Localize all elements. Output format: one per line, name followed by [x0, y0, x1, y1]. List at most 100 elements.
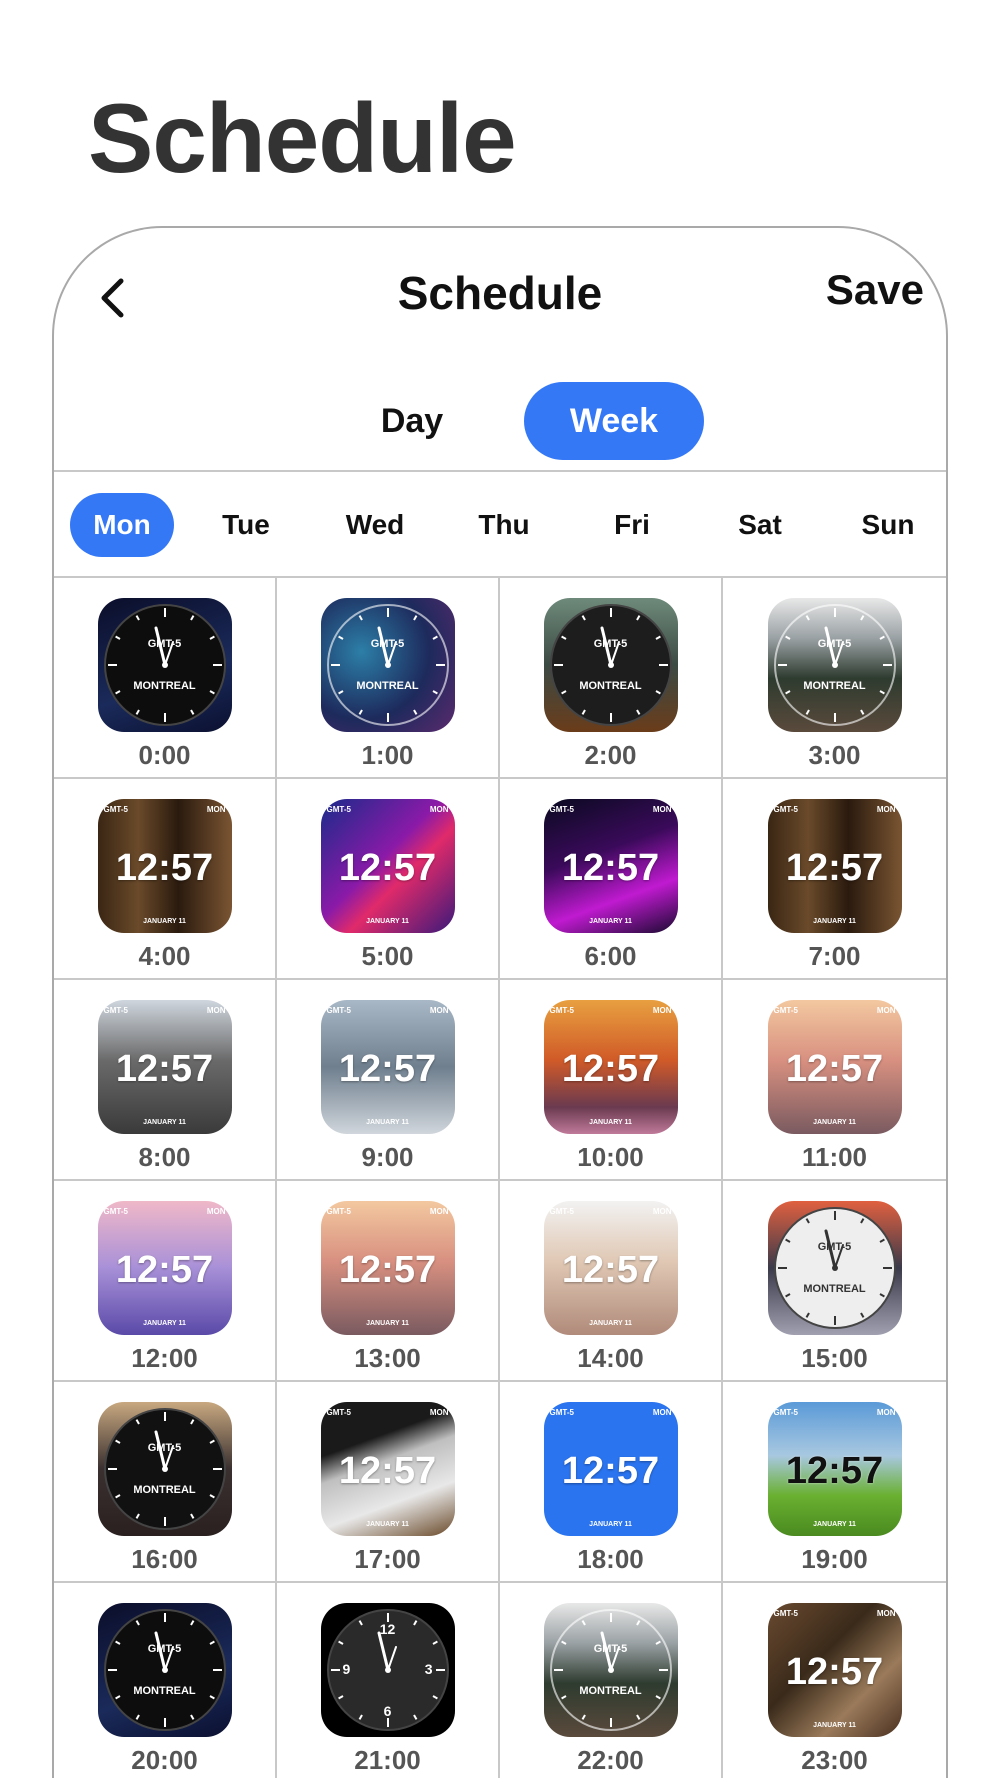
- schedule-slot[interactable]: GMT-5 MON 12:57 JANUARY 11 6:00: [500, 779, 723, 980]
- page-title: Schedule: [88, 83, 517, 193]
- clock-dial: [549, 1609, 672, 1731]
- face-top-row: GMT-5 MON: [104, 805, 226, 814]
- digital-watch-face-thumbnail[interactable]: GMT-5 MON 12:57 JANUARY 11: [320, 799, 455, 933]
- face-top-row: GMT-5 MON: [550, 1207, 672, 1216]
- schedule-slot[interactable]: GMT-5 MONTREAL 1:00: [277, 578, 500, 779]
- face-top-row: GMT-5 MON: [327, 805, 449, 814]
- digital-watch-face-thumbnail[interactable]: GMT-5 MON 12:57 JANUARY 11: [97, 1201, 232, 1335]
- face-time: 12:57: [561, 1249, 660, 1291]
- day-tab-wed[interactable]: Wed: [323, 493, 427, 557]
- slot-time-label: 15:00: [801, 1343, 868, 1373]
- day-tab-thu[interactable]: Thu: [452, 493, 556, 557]
- face-city: MON: [876, 805, 896, 814]
- schedule-slot[interactable]: GMT-5 MON 12:57 JANUARY 11 14:00: [500, 1181, 723, 1382]
- schedule-slot[interactable]: GMT-5 MON 12:57 JANUARY 11 9:00: [277, 980, 500, 1181]
- analog-watch-face-thumbnail[interactable]: GMT-5 MONTREAL: [97, 1603, 232, 1737]
- clock-city: MONTREAL: [579, 1685, 642, 1697]
- face-city: MON: [429, 1207, 449, 1216]
- day-tab-mon[interactable]: Mon: [70, 493, 174, 557]
- schedule-slot[interactable]: GMT-5 MON 12:57 JANUARY 11 19:00: [723, 1382, 946, 1583]
- clock-city: MONTREAL: [579, 680, 642, 692]
- digital-watch-face-thumbnail[interactable]: GMT-5 MON 12:57 JANUARY 11: [767, 799, 902, 933]
- clock-city: MONTREAL: [356, 680, 419, 692]
- face-zone: GMT-5: [326, 1408, 351, 1417]
- schedule-slot[interactable]: GMT-5 MONTREAL 0:00: [54, 578, 277, 779]
- schedule-slot[interactable]: GMT-5 MON 12:57 JANUARY 11 4:00: [54, 779, 277, 980]
- schedule-slot[interactable]: GMT-5 MON 12:57 JANUARY 11 13:00: [277, 1181, 500, 1382]
- face-time: 12:57: [115, 847, 214, 889]
- digital-watch-face-thumbnail[interactable]: GMT-5 MON 12:57 JANUARY 11: [320, 1000, 455, 1134]
- schedule-slot[interactable]: 12 6 9 3 21:00: [277, 1583, 500, 1778]
- nav-title: Schedule: [397, 267, 603, 319]
- slot-time-label: 7:00: [808, 941, 861, 971]
- analog-watch-face-thumbnail[interactable]: GMT-5 MONTREAL: [97, 598, 232, 732]
- view-segmented-control: Day Week: [54, 358, 946, 470]
- digital-watch-face-thumbnail[interactable]: GMT-5 MON 12:57 JANUARY 11: [543, 1201, 678, 1335]
- clock-zone: GMT-5: [147, 1643, 182, 1655]
- slot-time-label: 11:00: [801, 1142, 868, 1172]
- analog-watch-face-thumbnail[interactable]: GMT-5 MONTREAL: [767, 598, 902, 732]
- schedule-slot[interactable]: GMT-5 MON 12:57 JANUARY 11 18:00: [500, 1382, 723, 1583]
- day-tab-tue[interactable]: Tue: [194, 493, 298, 557]
- schedule-slot[interactable]: GMT-5 MON 12:57 JANUARY 11 5:00: [277, 779, 500, 980]
- save-button[interactable]: Save: [826, 266, 924, 314]
- face-time: 12:57: [338, 1048, 437, 1090]
- face-zone: GMT-5: [773, 805, 798, 814]
- schedule-slot[interactable]: GMT-5 MON 12:57 JANUARY 11 12:00: [54, 1181, 277, 1382]
- schedule-slot[interactable]: GMT-5 MON 12:57 JANUARY 11 7:00: [723, 779, 946, 980]
- analog-watch-face-thumbnail[interactable]: GMT-5 MONTREAL: [320, 598, 455, 732]
- schedule-slot[interactable]: GMT-5 MON 12:57 JANUARY 11 10:00: [500, 980, 723, 1181]
- digital-watch-face-thumbnail[interactable]: GMT-5 MON 12:57 JANUARY 11: [320, 1402, 455, 1536]
- clock-zone: GMT-5: [370, 638, 405, 650]
- analog-watch-face-thumbnail[interactable]: 12 6 9 3: [320, 1603, 455, 1737]
- day-tab-sat[interactable]: Sat: [708, 493, 812, 557]
- digital-watch-face-thumbnail[interactable]: GMT-5 MON 12:57 JANUARY 11: [543, 799, 678, 933]
- schedule-slot[interactable]: GMT-5 MON 12:57 JANUARY 11 11:00: [723, 980, 946, 1181]
- face-top-row: GMT-5 MON: [550, 1408, 672, 1417]
- schedule-slot[interactable]: GMT-5 MONTREAL 3:00: [723, 578, 946, 779]
- clock-zone: GMT-5: [593, 638, 628, 650]
- face-date: JANUARY 11: [589, 918, 632, 925]
- schedule-slot[interactable]: GMT-5 MON 12:57 JANUARY 11 8:00: [54, 980, 277, 1181]
- clock-dial: [773, 1207, 896, 1329]
- face-zone: GMT-5: [326, 1006, 351, 1015]
- digital-watch-face-thumbnail[interactable]: GMT-5 MON 12:57 JANUARY 11: [97, 799, 232, 933]
- clock-dial: [103, 604, 226, 726]
- face-time: 12:57: [561, 1048, 660, 1090]
- digital-watch-face-thumbnail[interactable]: GMT-5 MON 12:57 JANUARY 11: [320, 1201, 455, 1335]
- schedule-slot[interactable]: GMT-5 MONTREAL 22:00: [500, 1583, 723, 1778]
- analog-watch-face-thumbnail[interactable]: GMT-5 MONTREAL: [543, 598, 678, 732]
- clock-zone: GMT-5: [147, 1442, 182, 1454]
- schedule-slot[interactable]: GMT-5 MON 12:57 JANUARY 11 17:00: [277, 1382, 500, 1583]
- analog-watch-face-thumbnail[interactable]: GMT-5 MONTREAL: [543, 1603, 678, 1737]
- face-zone: GMT-5: [326, 1207, 351, 1216]
- face-zone: GMT-5: [549, 1207, 574, 1216]
- digital-watch-face-thumbnail[interactable]: GMT-5 MON 12:57 JANUARY 11: [767, 1402, 902, 1536]
- digital-watch-face-thumbnail[interactable]: GMT-5 MON 12:57 JANUARY 11: [97, 1000, 232, 1134]
- slot-time-label: 23:00: [801, 1745, 868, 1775]
- schedule-slot[interactable]: GMT-5 MONTREAL 15:00: [723, 1181, 946, 1382]
- schedule-slot[interactable]: GMT-5 MONTREAL 16:00: [54, 1382, 277, 1583]
- segment-week[interactable]: Week: [524, 382, 704, 460]
- analog-watch-face-thumbnail[interactable]: GMT-5 MONTREAL: [97, 1402, 232, 1536]
- face-city: MON: [876, 1408, 896, 1417]
- face-zone: GMT-5: [549, 805, 574, 814]
- face-zone: GMT-5: [549, 1006, 574, 1015]
- face-date: JANUARY 11: [813, 1521, 856, 1528]
- schedule-slot[interactable]: GMT-5 MON 12:57 JANUARY 11 23:00: [723, 1583, 946, 1778]
- slot-time-label: 22:00: [577, 1745, 644, 1775]
- face-city: MON: [429, 1006, 449, 1015]
- digital-watch-face-thumbnail[interactable]: GMT-5 MON 12:57 JANUARY 11: [543, 1402, 678, 1536]
- day-tab-sun[interactable]: Sun: [836, 493, 940, 557]
- segment-day[interactable]: Day: [322, 382, 502, 460]
- schedule-slot[interactable]: GMT-5 MONTREAL 2:00: [500, 578, 723, 779]
- day-tab-fri[interactable]: Fri: [580, 493, 684, 557]
- schedule-slot[interactable]: GMT-5 MONTREAL 20:00: [54, 1583, 277, 1778]
- dial-number-3: 3: [424, 1661, 433, 1677]
- digital-watch-face-thumbnail[interactable]: GMT-5 MON 12:57 JANUARY 11: [767, 1000, 902, 1134]
- analog-watch-face-thumbnail[interactable]: GMT-5 MONTREAL: [767, 1201, 902, 1335]
- digital-watch-face-thumbnail[interactable]: GMT-5 MON 12:57 JANUARY 11: [543, 1000, 678, 1134]
- digital-watch-face-thumbnail[interactable]: GMT-5 MON 12:57 JANUARY 11: [767, 1603, 902, 1737]
- slot-time-label: 8:00: [138, 1142, 191, 1172]
- slot-time-label: 0:00: [138, 740, 191, 770]
